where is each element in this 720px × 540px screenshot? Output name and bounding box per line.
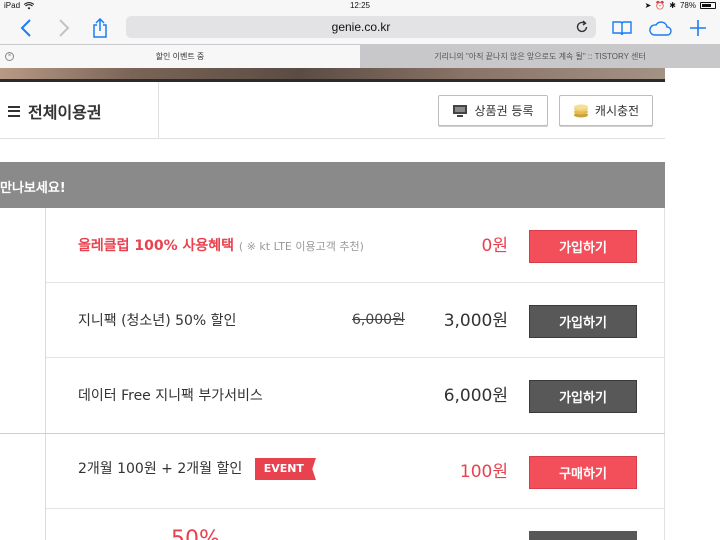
battery-icon (700, 2, 716, 9)
product-title: 2개월 100원 + 2개월 할인 EVENT (78, 458, 316, 480)
close-icon[interactable]: × (5, 52, 14, 61)
status-bar: iPad 12:25 ➤ ⏰ ✱ 78% (0, 0, 720, 12)
tab-label: 기리니의 "아직 끝나지 않은 앞으로도 계속 될" :: TISTORY 센터 (434, 52, 646, 61)
browser-toolbar: genie.co.kr (0, 12, 720, 44)
status-time: 12:25 (349, 1, 371, 10)
purchase-button[interactable]: 구매하기 (529, 456, 637, 489)
battery-percent: 78% (679, 1, 696, 10)
product-title-text: 올레클럽 100% 사용혜택 (78, 238, 235, 254)
page-margin (665, 68, 720, 540)
event-badge: EVENT (254, 458, 316, 480)
product-title-text: 2개월 100원 + 2개월 할인 (78, 461, 243, 477)
divider (158, 82, 159, 139)
join-button[interactable]: 가입하기 (529, 380, 637, 413)
forward-button[interactable] (52, 16, 76, 40)
tab-active[interactable]: × 할인 이벤트 중 (0, 45, 360, 68)
product-price: 0원 (481, 236, 508, 256)
share-button[interactable] (88, 16, 112, 40)
list-item: 올레클럽 100% 사용혜택 ( ※ kt LTE 이용고객 추천) 0원 가입… (46, 208, 665, 283)
product-price: 3,000원 (443, 311, 508, 331)
monitor-icon (453, 104, 468, 117)
cash-charge-label: 캐시충전 (594, 104, 640, 118)
section-banner: 만나보세요! (0, 162, 665, 208)
new-tab-button[interactable] (686, 16, 710, 40)
chevron-left-icon (20, 19, 31, 37)
back-button[interactable] (14, 16, 38, 40)
list-item-partial: 50% (46, 509, 665, 540)
menu-header: 전체이용권 상품권 등록 캐시충전 (0, 82, 665, 139)
cloud-tabs-button[interactable] (648, 16, 672, 40)
join-button[interactable]: 가입하기 (529, 230, 637, 263)
product-price: 6,000원 (443, 386, 508, 406)
reload-icon[interactable] (574, 19, 590, 35)
product-title: 올레클럽 100% 사용혜택 ( ※ kt LTE 이용고객 추천) (78, 235, 364, 255)
partial-discount: 50% (171, 527, 220, 540)
location-icon: ➤ (644, 1, 652, 10)
product-title: 데이터 Free 지니팩 부가서비스 (78, 388, 263, 404)
product-list: 올레클럽 100% 사용혜택 ( ※ kt LTE 이용고객 추천) 0원 가입… (0, 208, 665, 540)
alarm-icon: ⏰ (655, 1, 666, 10)
banner-image (0, 68, 665, 82)
share-icon (93, 18, 107, 38)
hamburger-icon (8, 105, 20, 117)
coins-icon (573, 104, 588, 117)
section-banner-text: 만나보세요! (0, 181, 66, 196)
join-button[interactable]: 가입하기 (529, 305, 637, 338)
cloud-icon (649, 21, 672, 36)
product-price: 100원 (459, 462, 508, 482)
list-item: 지니팩 (청소년) 50% 할인 6,000원 3,000원 가입하기 (46, 283, 665, 358)
partial-button[interactable] (529, 531, 637, 540)
register-voucher-label: 상품권 등록 (474, 104, 534, 118)
register-voucher-button[interactable]: 상품권 등록 (438, 95, 548, 126)
list-item: 2개월 100원 + 2개월 할인 EVENT 100원 구매하기 (46, 434, 665, 509)
original-price: 6,000원 (352, 312, 405, 328)
tab-label: 할인 이벤트 중 (155, 52, 205, 61)
status-right: ➤ ⏰ ✱ 78% (645, 1, 716, 10)
tab-inactive[interactable]: 기리니의 "아직 끝나지 않은 앞으로도 계속 될" :: TISTORY 센터 (360, 45, 720, 68)
cash-charge-button[interactable]: 캐시충전 (559, 95, 653, 126)
address-bar[interactable]: genie.co.kr (126, 16, 596, 38)
product-note: ( ※ kt LTE 이용고객 추천) (238, 240, 364, 253)
all-passes-menu[interactable]: 전체이용권 (8, 99, 102, 123)
tab-bar: × 할인 이벤트 중 기리니의 "아직 끝나지 않은 앞으로도 계속 될" ::… (0, 44, 720, 68)
plus-icon (690, 20, 706, 36)
chevron-right-icon (59, 19, 70, 37)
url-text: genie.co.kr (331, 20, 391, 34)
bluetooth-icon: ✱ (669, 1, 676, 10)
product-title: 지니팩 (청소년) 50% 할인 (78, 313, 237, 329)
menu-title-label: 전체이용권 (28, 103, 102, 122)
bookmarks-button[interactable] (610, 16, 634, 40)
list-item: 데이터 Free 지니팩 부가서비스 6,000원 가입하기 (46, 358, 665, 433)
book-icon (612, 21, 632, 36)
